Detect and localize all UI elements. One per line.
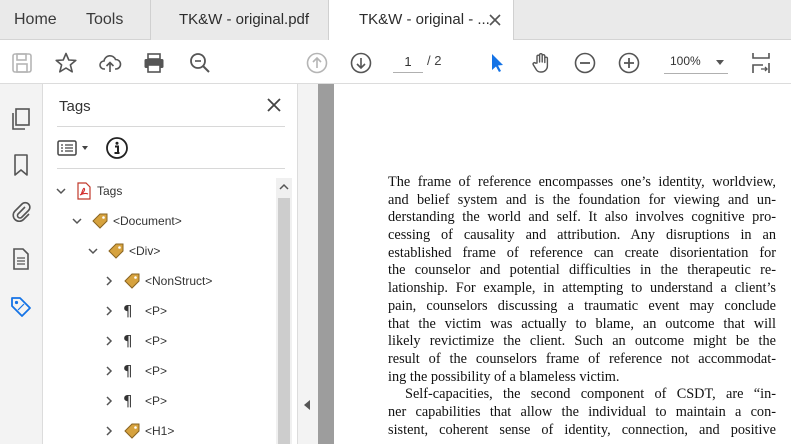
tree-item-label: <NonStruct> xyxy=(145,274,213,288)
tree-scrollbar[interactable] xyxy=(276,178,292,444)
save-icon[interactable] xyxy=(9,50,35,76)
zoom-out-icon[interactable] xyxy=(572,50,598,76)
tree-item-document[interactable]: <Document> xyxy=(71,209,182,233)
attachment-icon[interactable] xyxy=(8,198,34,224)
text-line: pain, counselors discussing a traumatic … xyxy=(388,297,776,314)
close-icon[interactable] xyxy=(265,96,283,114)
text-line: derstanding the world and self. It also … xyxy=(388,209,776,226)
tree-item-label: <P> xyxy=(145,334,168,348)
document-icon[interactable] xyxy=(8,246,34,272)
text-line: the counselor and potential difficulties… xyxy=(388,262,776,279)
tree-item-label: <H1> xyxy=(145,424,175,438)
chevron-right-icon[interactable] xyxy=(103,275,115,287)
panel-title: Tags xyxy=(59,98,91,115)
star-icon[interactable] xyxy=(53,50,79,76)
tree-item-label: Tags xyxy=(97,184,123,198)
tab-document-1[interactable]: TK&W - original.pdf xyxy=(150,0,328,41)
paragraph-icon: ¶ xyxy=(123,332,133,350)
home-menu[interactable]: Home xyxy=(14,0,57,40)
paragraph-icon: ¶ xyxy=(123,362,133,380)
scroll-up-icon[interactable] xyxy=(276,178,292,196)
page-fit-icon[interactable] xyxy=(748,50,774,76)
divider xyxy=(57,168,285,169)
tree-item-p[interactable]: ¶ <P> xyxy=(103,299,167,323)
chevron-down-icon[interactable] xyxy=(71,215,83,227)
tools-menu[interactable]: Tools xyxy=(86,0,123,40)
tag-icon xyxy=(124,423,140,439)
hand-icon[interactable] xyxy=(528,50,554,76)
text-line: ing the possibility of a blameless victi… xyxy=(388,368,620,385)
document-viewport[interactable]: The frame of reference encompasses one’s… xyxy=(318,84,791,444)
tree-item-h1[interactable]: <H1> xyxy=(103,419,174,443)
paragraph-icon: ¶ xyxy=(123,302,133,320)
tag-icon xyxy=(108,243,124,259)
prev-page-icon[interactable] xyxy=(304,50,330,76)
tree-item-p[interactable]: ¶ <P> xyxy=(103,359,167,383)
zoom-dropdown[interactable]: 100% xyxy=(664,50,728,74)
chevron-right-icon[interactable] xyxy=(103,305,115,317)
chevron-right-icon[interactable] xyxy=(103,425,115,437)
text-line: established frame of reference can creat… xyxy=(388,244,776,261)
text-line: that the victim was actually to blame, a… xyxy=(388,315,776,332)
paragraph-icon: ¶ xyxy=(123,392,133,410)
tag-icon[interactable] xyxy=(8,294,34,320)
tree-item-nonstruct[interactable]: <NonStruct> xyxy=(103,269,212,293)
page-total-label: / 2 xyxy=(427,53,442,68)
document-text: The frame of reference encompasses one’s… xyxy=(388,174,776,439)
tags-panel: Tags Tags <Document> <Div> <NonStruct> ¶… xyxy=(43,84,297,444)
zoom-in-icon[interactable] xyxy=(616,50,642,76)
tab-document-2[interactable]: TK&W - original - ... xyxy=(328,0,514,41)
tree-item-label: <Document> xyxy=(113,214,182,228)
menu-bar: Home Tools TK&W - original.pdf TK&W - or… xyxy=(0,0,791,41)
cloud-upload-icon[interactable] xyxy=(97,50,123,76)
tab-label: TK&W - original - ... xyxy=(359,11,490,28)
tree-item-p[interactable]: ¶ <P> xyxy=(103,329,167,353)
tree-item-label: <P> xyxy=(145,394,168,408)
chevron-down-icon xyxy=(716,60,724,65)
chevron-down-icon xyxy=(82,146,88,150)
close-tab-icon[interactable] xyxy=(487,0,503,40)
tag-icon xyxy=(124,273,140,289)
options-menu-button[interactable] xyxy=(57,136,97,160)
page-number-input[interactable] xyxy=(393,51,423,73)
tree-item-label: <P> xyxy=(145,364,168,378)
chevron-down-icon[interactable] xyxy=(55,185,67,197)
text-line: The frame of reference encompasses one’s… xyxy=(388,174,776,190)
chevron-right-icon[interactable] xyxy=(103,395,115,407)
panel-collapse-strip xyxy=(297,84,318,444)
select-cursor-icon[interactable] xyxy=(484,50,510,76)
tree-item-p[interactable]: ¶ <P> xyxy=(103,389,167,413)
document-page: The frame of reference encompasses one’s… xyxy=(334,84,791,444)
text-line: cessing of causality and attribution. An… xyxy=(388,227,776,244)
scrollbar-thumb[interactable] xyxy=(278,198,290,444)
divider xyxy=(57,126,285,127)
collapse-panel-icon[interactable] xyxy=(304,400,310,410)
text-line: ner capabilities that allow the individu… xyxy=(388,403,776,420)
text-line: Self-capacities, the second component of… xyxy=(405,386,776,403)
pdf-icon xyxy=(77,182,91,200)
next-page-icon[interactable] xyxy=(348,50,374,76)
print-icon[interactable] xyxy=(141,50,167,76)
tree-item-label: <Div> xyxy=(129,244,161,258)
navigation-rail xyxy=(0,84,43,444)
bookmark-icon[interactable] xyxy=(8,152,34,178)
text-line: likely revictimize the client. Such an o… xyxy=(388,333,776,350)
text-line: lationship. For example, in attempting t… xyxy=(388,280,776,297)
tree-item-label: <P> xyxy=(145,304,168,318)
chevron-right-icon[interactable] xyxy=(103,335,115,347)
info-icon[interactable] xyxy=(105,136,129,160)
pages-icon[interactable] xyxy=(8,106,34,132)
chevron-down-icon[interactable] xyxy=(87,245,99,257)
text-line: result of the counselors frame of refere… xyxy=(388,350,776,367)
zoom-search-icon[interactable] xyxy=(187,50,213,76)
text-line: sistent, coherent sense of identity, con… xyxy=(388,421,776,438)
tag-icon xyxy=(92,213,108,229)
zoom-value: 100% xyxy=(670,54,701,68)
chevron-right-icon[interactable] xyxy=(103,365,115,377)
tree-item-div[interactable]: <Div> xyxy=(87,239,160,263)
text-line: and belief system and is the foundation … xyxy=(388,191,776,208)
tree-item-tags[interactable]: Tags xyxy=(55,179,122,203)
tab-label: TK&W - original.pdf xyxy=(179,11,310,28)
